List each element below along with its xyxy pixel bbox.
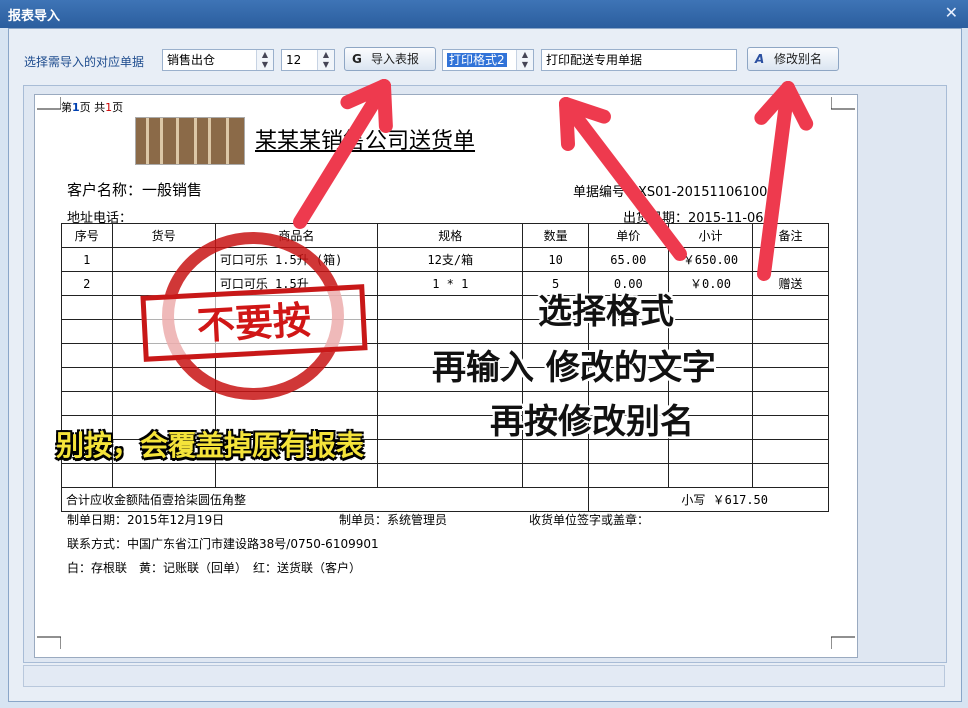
- window-title: 报表导入: [8, 9, 61, 24]
- spin-arrows-icon[interactable]: ▲ ▼: [516, 50, 533, 70]
- total-row: 合计应收金额陆佰壹拾柒圆伍角整 小写 ￥617.50: [61, 487, 830, 512]
- doc-type-label: 选择需导入的对应单据: [24, 55, 145, 69]
- status-bar: [23, 665, 945, 687]
- alias-value: 打印配送专用单据: [546, 53, 643, 67]
- spin-arrows-icon[interactable]: ▲ ▼: [317, 50, 334, 70]
- maker: 制单员：系统管理员: [339, 513, 448, 527]
- g-icon: G: [352, 52, 362, 66]
- crop-mark-icon: [831, 636, 855, 649]
- instruction-line-3: 再按修改别名: [490, 402, 694, 442]
- rename-alias-label: 修改别名: [774, 52, 823, 66]
- table-row: [61, 463, 829, 488]
- made-date: 制单日期：2015年12月19日: [67, 513, 225, 527]
- stamp-text: 不要按: [195, 298, 313, 348]
- copy-legend: 白：存根联 黄：记账联（回单） 红：送货联（客户）: [67, 561, 362, 575]
- receiver-sign: 收货单位签字或盖章：: [529, 513, 650, 527]
- contact-info: 联系方式：中国广东省江门市建设路38号/0750-6109901: [67, 537, 379, 551]
- crop-mark-icon: [831, 97, 855, 110]
- title-bar: 报表导入 ✕: [0, 0, 968, 28]
- doc-type-select[interactable]: 销售出仓 ▲ ▼: [162, 49, 274, 71]
- stamp-box: 不要按: [140, 284, 368, 362]
- print-format-select[interactable]: 打印格式2 ▲ ▼: [442, 49, 534, 71]
- crop-mark-icon: [37, 636, 61, 649]
- company-logo-image: [135, 117, 245, 165]
- crop-mark-icon: [37, 97, 61, 110]
- instruction-line-1: 选择格式: [538, 292, 674, 332]
- alias-input[interactable]: 打印配送专用单据: [541, 49, 737, 71]
- document-title: 某某某销售公司送货单: [255, 129, 476, 154]
- number-value: 12: [286, 53, 302, 67]
- doc-type-value: 销售出仓: [167, 53, 216, 67]
- font-a-icon: A: [755, 52, 765, 66]
- dont-press-stamp: 不要按: [140, 232, 368, 400]
- import-report-button[interactable]: G 导入表报: [344, 47, 436, 71]
- document-number: 单据编号：XS01-201511061001: [573, 185, 776, 200]
- page-counter: 第1页 共1页: [61, 101, 124, 114]
- rename-alias-button[interactable]: A 修改别名: [747, 47, 839, 71]
- print-format-value: 打印格式2: [447, 53, 507, 67]
- number-spinner[interactable]: 12 ▲ ▼: [281, 49, 335, 71]
- warning-caption: 别按，会覆盖掉原有报表: [56, 429, 365, 462]
- instruction-line-2: 再输入 修改的文字: [432, 348, 716, 388]
- import-report-label: 导入表报: [371, 52, 420, 66]
- close-icon[interactable]: ✕: [945, 3, 958, 22]
- spin-arrows-icon[interactable]: ▲ ▼: [256, 50, 273, 70]
- customer-name: 客户名称：一般销售: [67, 181, 203, 199]
